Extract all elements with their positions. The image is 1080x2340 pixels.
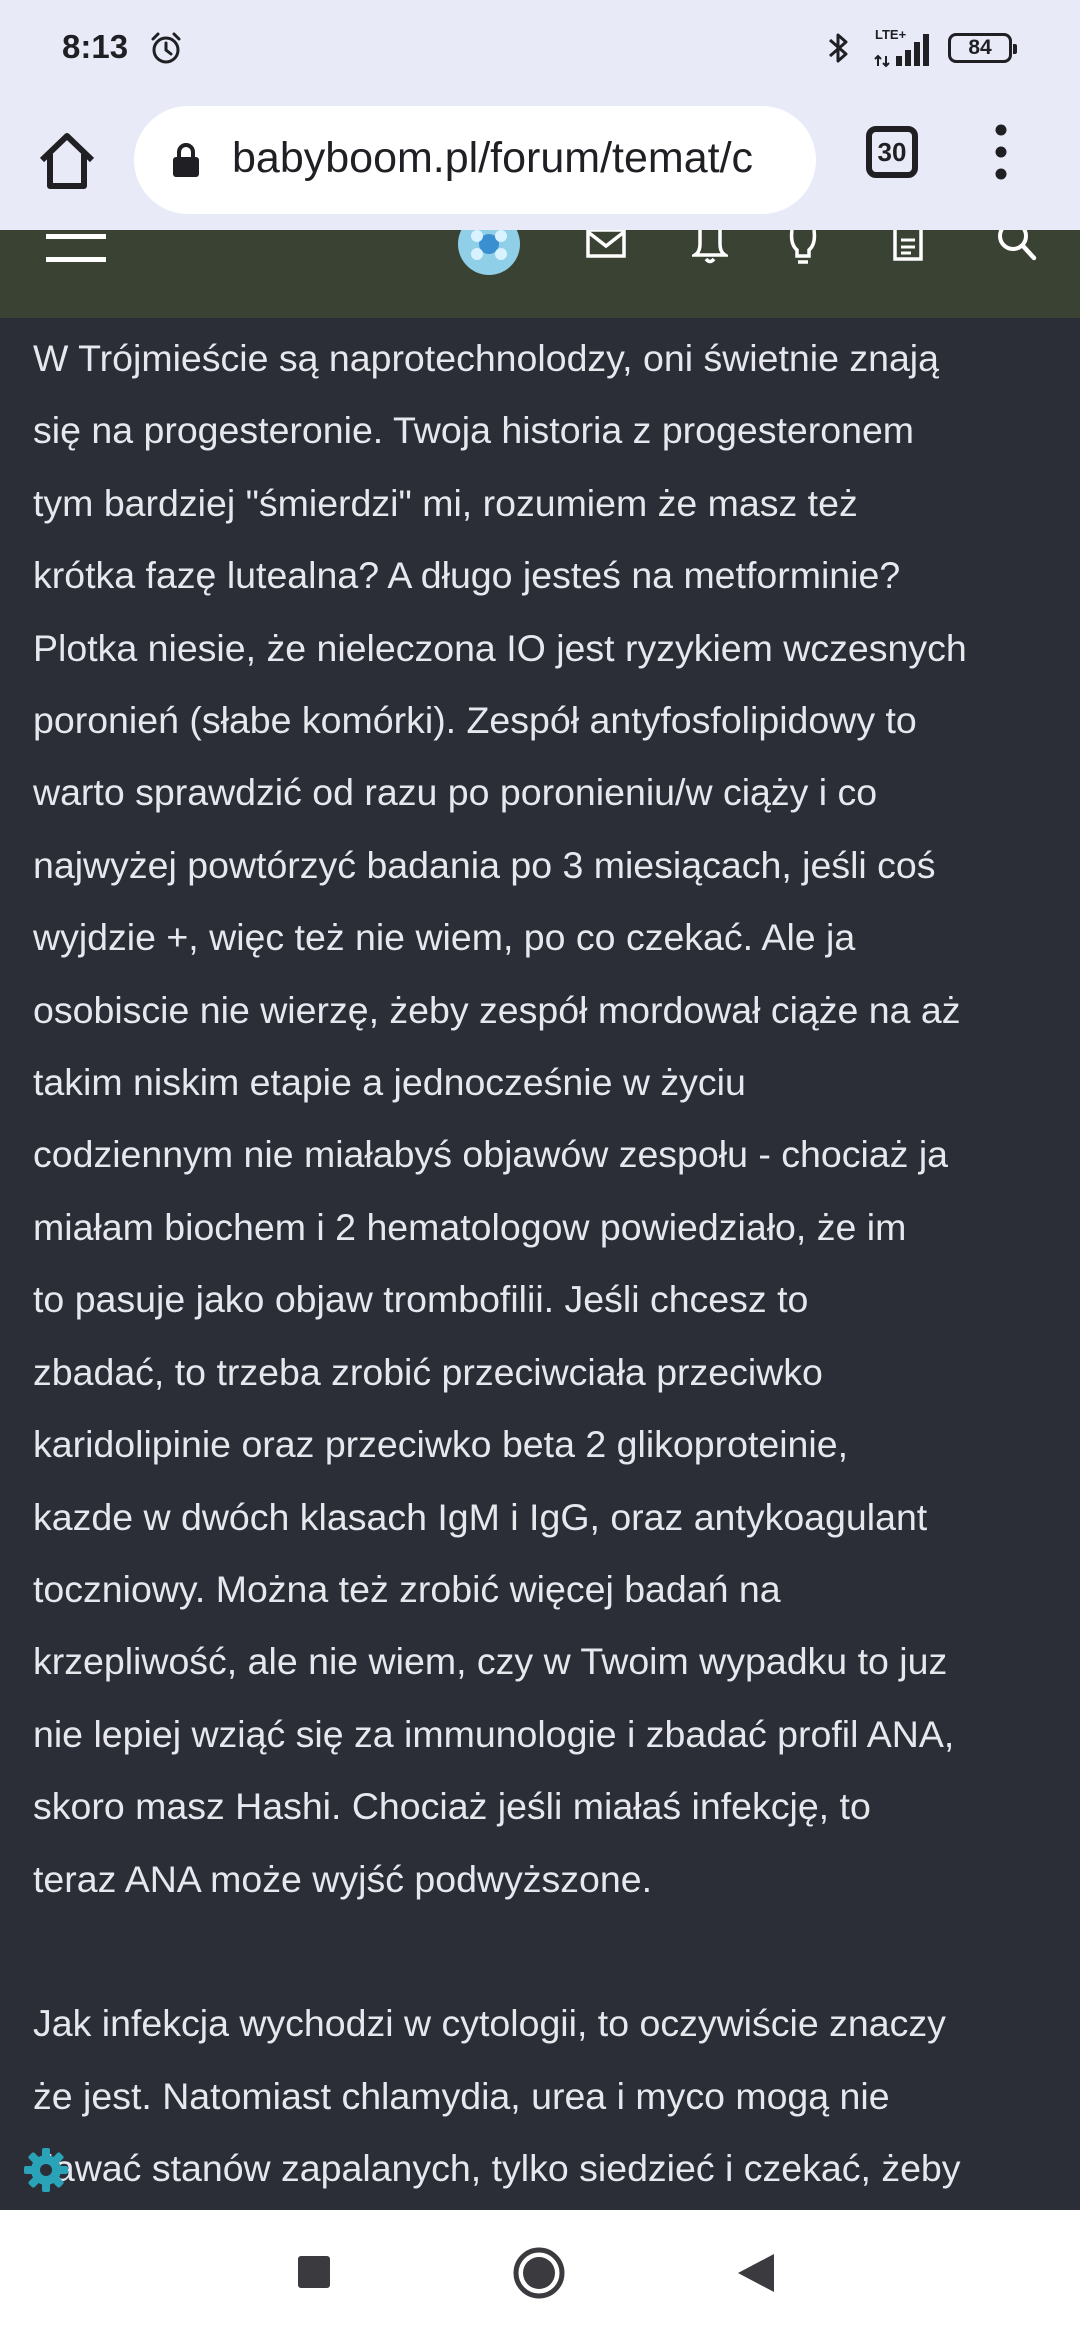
post-line: miałam biochem i 2 hematologow powiedzia… <box>33 1205 907 1248</box>
post-line: dawać stanów zapalanych, tylko siedzieć … <box>33 2147 961 2190</box>
post-line: zbadać, to trzeba zrobić przeciwciała pr… <box>33 1350 823 1393</box>
url-text: babyboom.pl/forum/temat/c <box>232 134 754 182</box>
post-line: skoro masz Hashi. Chociaż jeśli miałaś i… <box>33 1785 871 1828</box>
document-icon[interactable] <box>892 230 924 262</box>
browser-toolbar: babyboom.pl/forum/temat/c 30 <box>0 96 1080 230</box>
post-line: krzepliwość, ale nie wiem, czy w Twoim w… <box>33 1640 948 1683</box>
tab-count: 30 <box>877 136 907 167</box>
recents-icon[interactable] <box>298 2256 330 2288</box>
avatar[interactable] <box>457 230 521 278</box>
post-line: poronień (słabe komórki). Zespół antyfos… <box>33 699 917 742</box>
bell-icon[interactable] <box>692 230 728 264</box>
battery-level: 84 <box>968 36 992 59</box>
lock-icon <box>173 143 199 177</box>
post-line: to pasuje jako objaw trombofilii. Jeśli … <box>33 1278 809 1321</box>
gear-icon[interactable] <box>20 2144 72 2196</box>
site-nav-bar <box>0 230 1080 318</box>
post-line: się na progesteronie. Twoja historia z p… <box>33 409 915 452</box>
post-line: W Trójmieście są naprotechnolodzy, oni ś… <box>33 337 939 379</box>
post-line: że jest. Natomiast chlamydia, urea i myc… <box>33 2074 890 2117</box>
post-line: wyjdzie +, więc też nie wiem, po co czek… <box>33 916 856 959</box>
home-circle-icon[interactable] <box>512 2246 566 2300</box>
post-line: teraz ANA może wyjść podwyższone. <box>33 1857 653 1900</box>
system-nav-bar <box>0 2210 1080 2340</box>
bluetooth-icon <box>829 33 848 63</box>
lightbulb-icon[interactable] <box>788 230 818 266</box>
post-line: nie lepiej wziąć się za immunologie i zb… <box>33 1712 955 1755</box>
post-line: karidolipinie oraz przeciwko beta 2 glik… <box>33 1423 849 1466</box>
post-line: najwyżej powtórzyć badania po 3 miesiąca… <box>33 843 936 886</box>
post-line: krótka fazę lutealna? A długo jesteś na … <box>33 554 901 597</box>
back-icon[interactable] <box>738 2254 776 2292</box>
post-line: osobiscie nie wierzę, żeby zespół mordow… <box>33 988 961 1031</box>
forum-post-body: W Trójmieście są naprotechnolodzy, oni ś… <box>33 322 1053 2205</box>
post-line: toczniowy. Można też zrobić więcej badań… <box>33 1567 781 1610</box>
post-line: kazde w dwóch klasach IgM i IgG, oraz an… <box>33 1495 928 1538</box>
post-line: Plotka niesie, że nieleczona IO jest ryz… <box>33 626 967 669</box>
home-icon[interactable] <box>30 124 104 198</box>
post-line: Jak infekcja wychodzi w cytologii, to oc… <box>33 2002 946 2045</box>
tab-switcher-button[interactable]: 30 <box>866 126 918 178</box>
alarm-icon <box>151 32 181 64</box>
post-line: codziennym nie miałabyś objawów zespołu … <box>33 1133 949 1176</box>
status-bar: 8:13 LTE+ 84 <box>0 0 1080 96</box>
post-line: takim niskim etapie a jednocześnie w życ… <box>33 1061 746 1104</box>
signal-icon <box>874 34 929 68</box>
hamburger-menu-icon[interactable] <box>46 230 106 266</box>
post-line: tym bardziej "śmierdzi" mi, rozumiem że … <box>33 481 858 524</box>
post-line: warto sprawdzić od razu po poronieniu/w … <box>33 771 878 814</box>
battery-indicator: 84 <box>948 33 1017 63</box>
mail-icon[interactable] <box>586 230 626 258</box>
status-time: 8:13 <box>62 28 129 65</box>
address-bar[interactable]: babyboom.pl/forum/temat/c <box>134 106 816 214</box>
more-vert-icon[interactable] <box>986 122 1016 182</box>
search-icon[interactable] <box>996 230 1038 262</box>
